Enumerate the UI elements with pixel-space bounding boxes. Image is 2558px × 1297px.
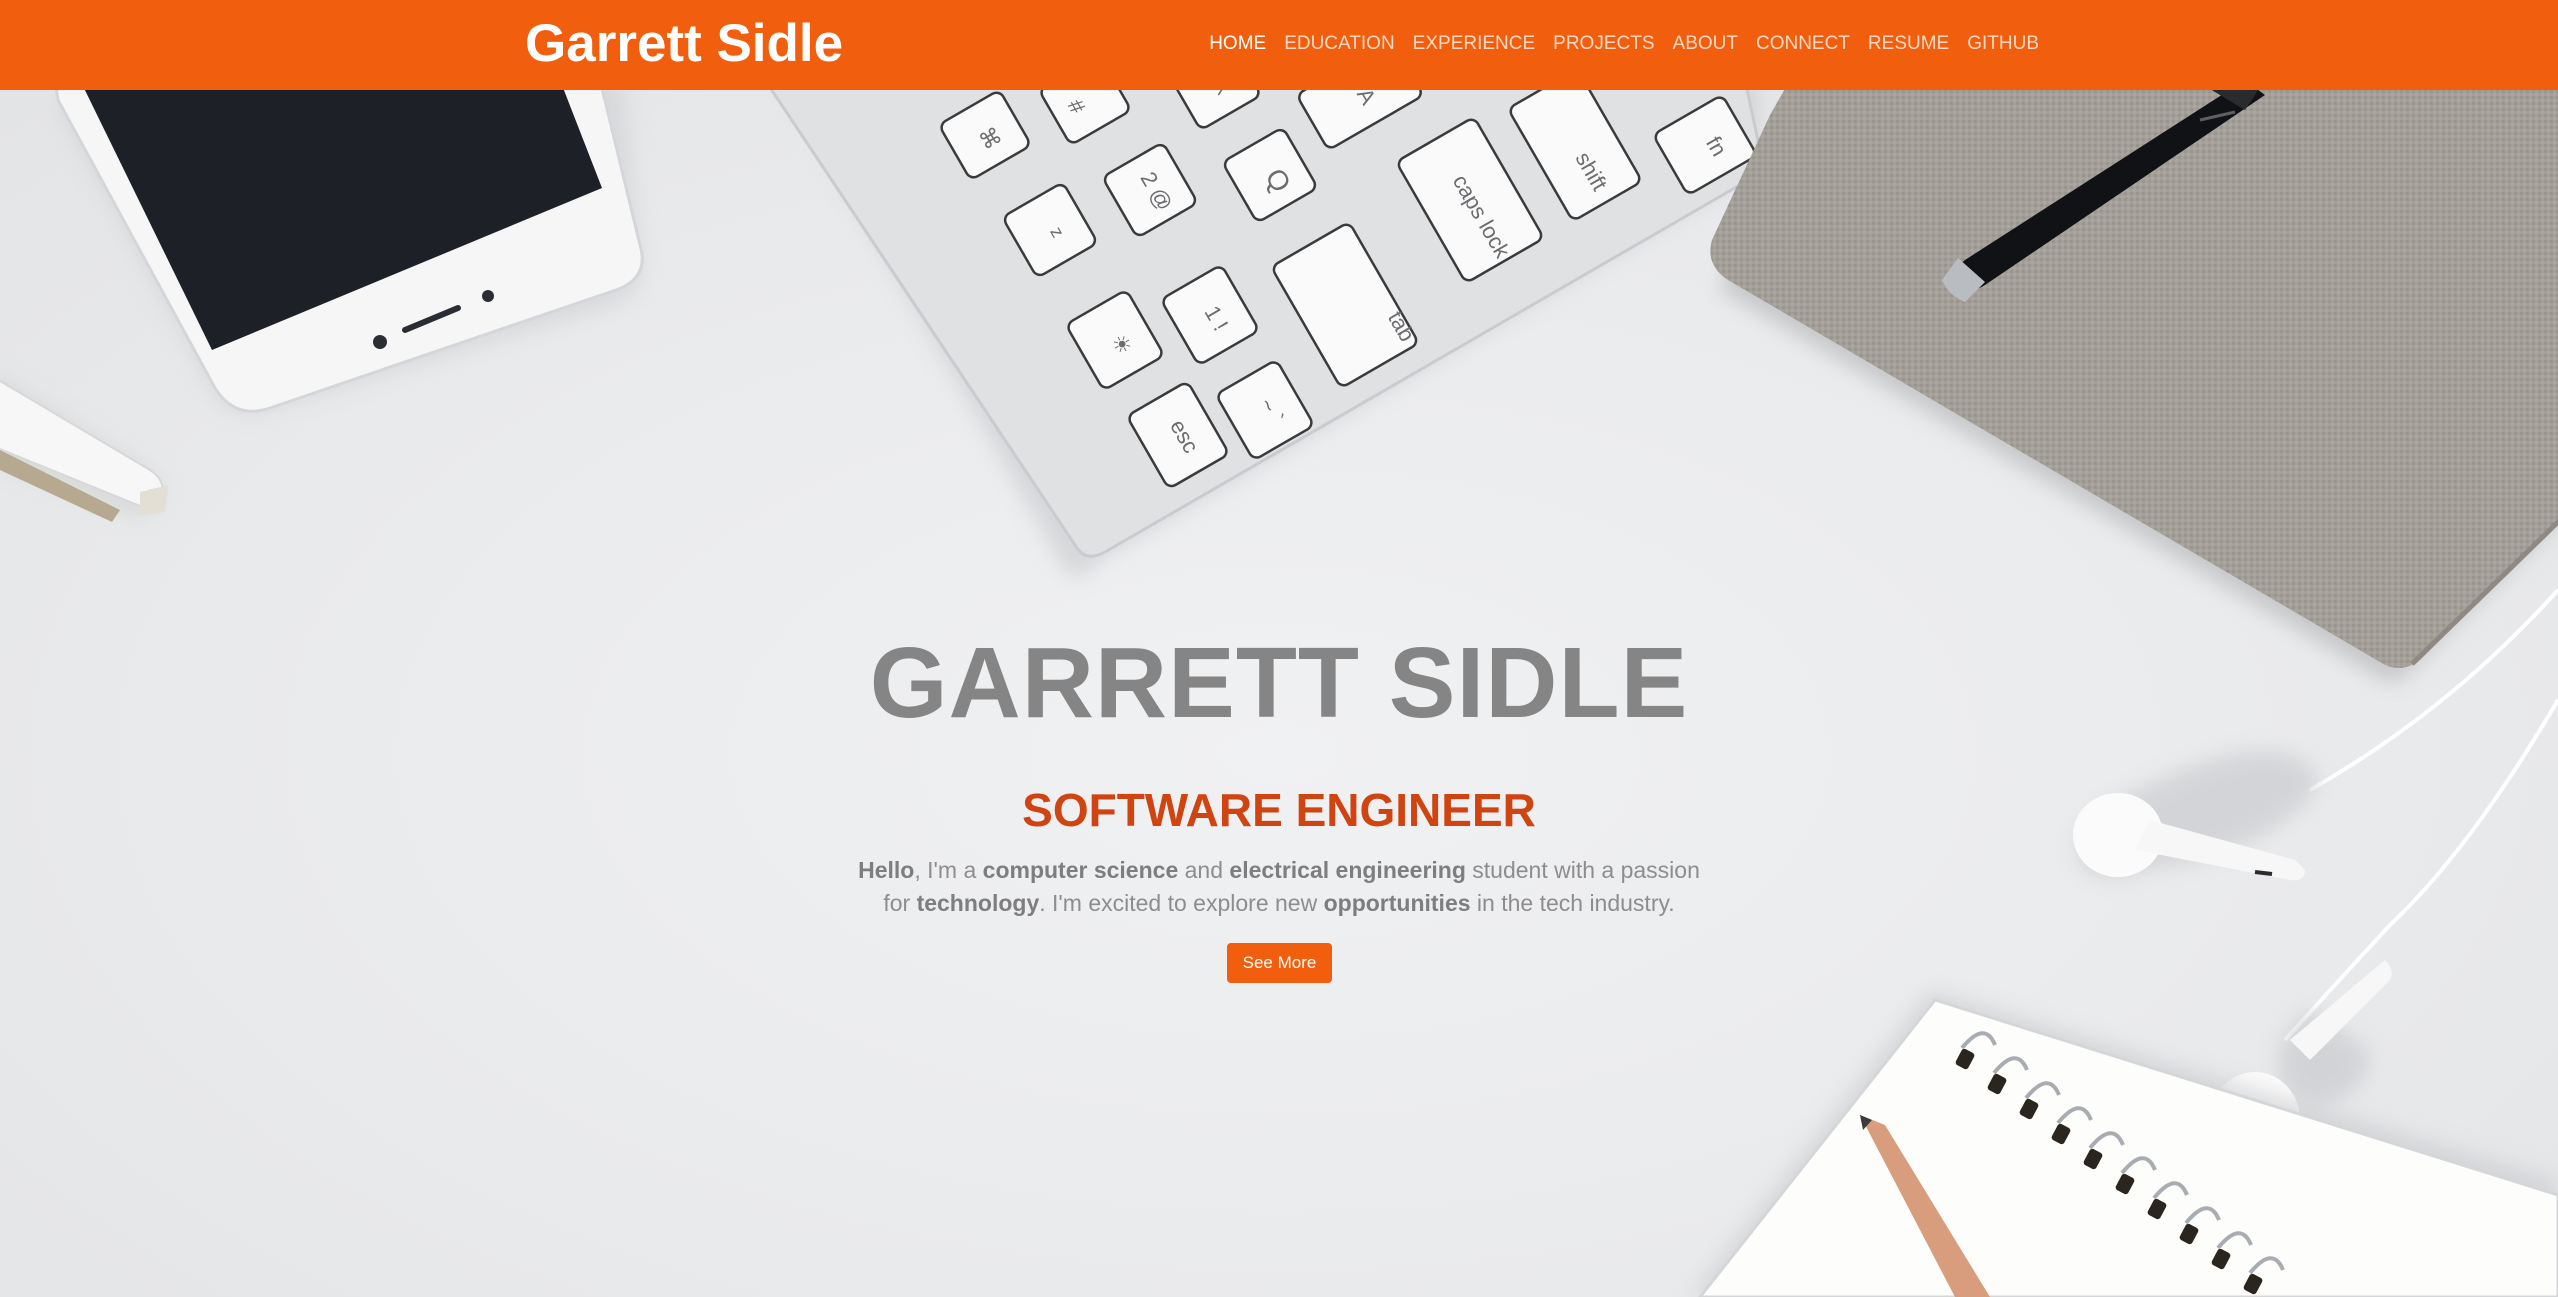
keyboard-illustration: ⌘ # ^ A z 2 @ Q caps lock shift fn ☀ 1 !… (769, 90, 1762, 578)
nav-link-connect[interactable]: CONNECT (1756, 32, 1850, 56)
intro-bold-electrical-engineering: electrical engineering (1229, 857, 1466, 883)
intro-text-2: and (1178, 857, 1230, 883)
see-more-button[interactable]: See More (1227, 943, 1332, 983)
pen-illustration (0, 376, 168, 522)
intro-text-5: in the tech industry. (1470, 890, 1675, 916)
nav-link-about[interactable]: ABOUT (1673, 32, 1738, 56)
intro-text-1: , I'm a (914, 857, 983, 883)
intro-text-4: . I'm excited to explore new (1039, 890, 1324, 916)
hero-subtitle: SOFTWARE ENGINEER (1022, 784, 1536, 836)
hero-title: GARRETT SIDLE (869, 627, 1689, 739)
nav-link-resume[interactable]: RESUME (1868, 32, 1949, 56)
nav-link-experience[interactable]: EXPERIENCE (1413, 32, 1535, 56)
brand-logo-link[interactable]: Garrett Sidle (525, 14, 843, 74)
intro-bold-computer-science: computer science (982, 857, 1179, 883)
navbar: Garrett Sidle HOME EDUCATION EXPERIENCE … (0, 0, 2558, 90)
nav-link-github[interactable]: GITHUB (1967, 32, 2039, 56)
nav-link-home[interactable]: HOME (1209, 32, 1266, 56)
nav-links: HOME EDUCATION EXPERIENCE PROJECTS ABOUT… (1209, 32, 2039, 56)
nav-link-projects[interactable]: PROJECTS (1553, 32, 1654, 56)
spiral-notepad-illustration (1690, 990, 2558, 1297)
hero-intro-text: Hello, I'm a computer science and electr… (849, 854, 1709, 920)
intro-bold-opportunities: opportunities (1323, 890, 1471, 916)
smartphone-illustration (54, 90, 644, 414)
intro-bold-hello: Hello (858, 857, 915, 883)
intro-bold-technology: technology (916, 890, 1040, 916)
nav-link-education[interactable]: EDUCATION (1284, 32, 1394, 56)
hero-section: ⌘ # ^ A z 2 @ Q caps lock shift fn ☀ 1 !… (0, 90, 2558, 1297)
